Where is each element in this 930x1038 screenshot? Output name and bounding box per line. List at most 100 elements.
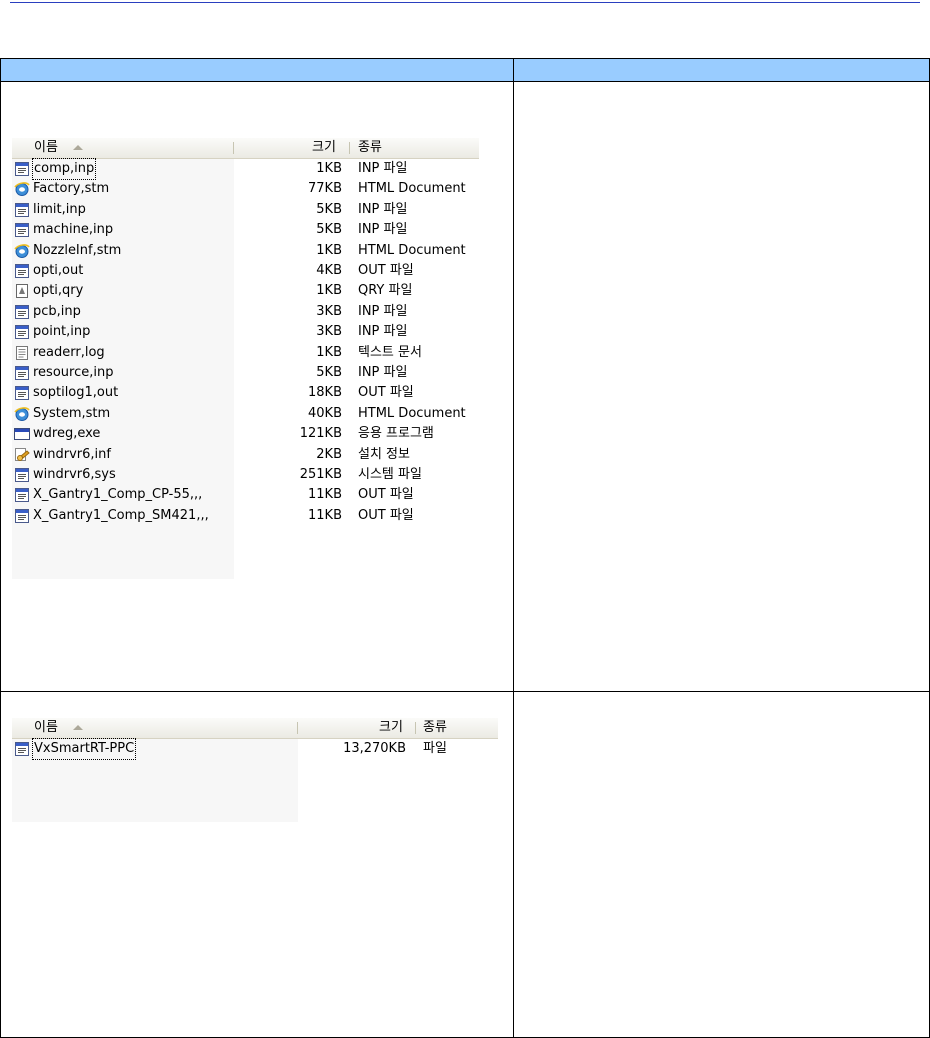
column-header-size[interactable]: 크기 <box>379 720 403 736</box>
file-type: QRY 파일 <box>358 283 413 299</box>
ie-document-icon <box>14 243 30 259</box>
file-type: INP 파일 <box>358 324 408 340</box>
header-cell-right <box>513 58 930 82</box>
table-row: 이름 크기 종류 VxSmartRT-PPC 13,270KB 파일 <box>0 691 930 1038</box>
file-row[interactable]: VxSmartRT-PPC 13,270KB 파일 <box>12 738 498 760</box>
column-header-type[interactable]: 종류 <box>423 720 447 736</box>
file-type: INP 파일 <box>358 303 408 319</box>
file-row[interactable]: comp,inp 1KB INP 파일 <box>12 158 479 180</box>
application-icon <box>14 426 30 442</box>
column-header-size[interactable]: 크기 <box>312 140 336 156</box>
file-size: 11KB <box>308 507 342 523</box>
file-name[interactable]: X_Gantry1_Comp_SM421,,, <box>33 506 209 526</box>
inp-file-icon <box>14 385 30 401</box>
file-name[interactable]: point,inp <box>33 322 90 342</box>
document-table: 이름 크기 종류 comp,inp 1KB INP 파일 Factory,stm 77K… <box>0 58 930 1038</box>
inp-file-icon <box>14 263 30 279</box>
file-type: 설치 정보 <box>358 446 410 462</box>
file-name[interactable]: limit,inp <box>33 200 86 220</box>
file-size: 77KB <box>308 181 342 197</box>
column-header-name[interactable]: 이름 <box>34 140 58 156</box>
file-name[interactable]: soptilog1,out <box>33 383 118 403</box>
file-name[interactable]: machine,inp <box>33 220 113 240</box>
file-size: 1KB <box>316 161 342 176</box>
cell-explorer-2: 이름 크기 종류 VxSmartRT-PPC 13,270KB 파일 <box>0 691 514 1038</box>
file-row[interactable]: point,inp 3KB INP 파일 <box>12 322 479 342</box>
file-row[interactable]: opti,qry 1KB QRY 파일 <box>12 281 479 301</box>
inp-file-icon <box>14 741 30 757</box>
file-row[interactable]: soptilog1,out 18KB OUT 파일 <box>12 383 479 403</box>
setup-info-icon <box>14 447 30 463</box>
file-name[interactable]: wdreg,exe <box>33 424 100 444</box>
table-header-row <box>0 58 930 82</box>
file-name[interactable]: comp,inp <box>31 158 97 180</box>
file-name[interactable]: readerr,log <box>33 343 105 363</box>
qry-file-icon <box>14 283 30 299</box>
top-rule <box>10 2 920 3</box>
file-name[interactable]: opti,out <box>33 261 83 281</box>
file-row[interactable]: NozzleInf,stm 1KB HTML Document <box>12 241 479 261</box>
file-size: 1KB <box>316 242 342 258</box>
cell-right-empty-1 <box>513 81 930 692</box>
file-row[interactable]: limit,inp 5KB INP 파일 <box>12 200 479 220</box>
file-name[interactable]: Factory,stm <box>33 179 109 199</box>
inp-file-icon <box>14 161 30 177</box>
file-name[interactable]: VxSmartRT-PPC <box>31 738 137 760</box>
file-type: OUT 파일 <box>358 487 414 503</box>
file-list-view[interactable]: 이름 크기 종류 VxSmartRT-PPC 13,270KB 파일 <box>12 718 498 822</box>
table-row: 이름 크기 종류 comp,inp 1KB INP 파일 Factory,stm 77K… <box>0 81 930 692</box>
file-row[interactable]: X_Gantry1_Comp_SM421,,, 11KB OUT 파일 <box>12 506 479 526</box>
file-row[interactable]: machine,inp 5KB INP 파일 <box>12 220 479 240</box>
column-divider[interactable] <box>349 142 350 154</box>
file-type: 시스템 파일 <box>358 467 422 482</box>
cell-explorer-1: 이름 크기 종류 comp,inp 1KB INP 파일 Factory,stm 77K… <box>0 81 514 692</box>
file-row[interactable]: windrvr6,inf 2KB 설치 정보 <box>12 445 479 465</box>
text-document-icon <box>14 345 30 361</box>
header-cell-left <box>0 58 514 82</box>
file-size: 13,270KB <box>343 741 406 756</box>
inp-file-icon <box>14 324 30 340</box>
column-divider[interactable] <box>297 722 298 734</box>
file-type: INP 파일 <box>358 161 408 176</box>
file-type: HTML Document <box>358 181 466 197</box>
file-name[interactable]: NozzleInf,stm <box>33 241 121 261</box>
column-divider[interactable] <box>233 142 234 154</box>
file-row[interactable]: readerr,log 1KB 텍스트 문서 <box>12 343 479 363</box>
file-row[interactable]: System,stm 40KB HTML Document <box>12 404 479 424</box>
column-header-type[interactable]: 종류 <box>358 140 382 156</box>
column-divider[interactable] <box>415 722 416 734</box>
inp-file-icon <box>14 222 30 238</box>
sort-ascending-icon <box>73 725 83 730</box>
file-type: 텍스트 문서 <box>358 344 422 360</box>
file-size: 4KB <box>316 263 342 278</box>
file-row[interactable]: Factory,stm 77KB HTML Document <box>12 179 479 199</box>
file-name[interactable]: windrvr6,inf <box>33 445 111 465</box>
file-name[interactable]: opti,qry <box>33 281 83 301</box>
file-type: OUT 파일 <box>358 385 414 401</box>
file-name[interactable]: pcb,inp <box>33 302 81 322</box>
column-header-name[interactable]: 이름 <box>34 720 58 736</box>
file-type: INP 파일 <box>358 222 408 238</box>
file-type: 파일 <box>423 741 447 756</box>
file-list-view[interactable]: 이름 크기 종류 comp,inp 1KB INP 파일 Factory,stm 77K… <box>12 138 479 579</box>
file-name[interactable]: System,stm <box>33 404 110 424</box>
file-size: 40KB <box>308 405 342 421</box>
file-row[interactable]: opti,out 4KB OUT 파일 <box>12 261 479 281</box>
file-row[interactable]: wdreg,exe 121KB 응용 프로그램 <box>12 424 479 444</box>
file-size: 5KB <box>316 201 342 217</box>
inp-file-icon <box>14 365 30 381</box>
ie-document-icon <box>14 181 30 197</box>
file-name[interactable]: X_Gantry1_Comp_CP-55,,, <box>33 485 202 505</box>
file-size: 1KB <box>316 283 342 299</box>
file-type: INP 파일 <box>358 365 408 380</box>
file-row[interactable]: windrvr6,sys 251KB 시스템 파일 <box>12 465 479 485</box>
file-size: 3KB <box>316 324 342 340</box>
file-name[interactable]: windrvr6,sys <box>33 465 116 485</box>
file-name[interactable]: resource,inp <box>33 363 113 383</box>
inp-file-icon <box>14 202 30 218</box>
inp-file-icon <box>14 467 30 483</box>
file-row[interactable]: X_Gantry1_Comp_CP-55,,, 11KB OUT 파일 <box>12 485 479 505</box>
file-row[interactable]: resource,inp 5KB INP 파일 <box>12 363 479 383</box>
file-size: 18KB <box>308 385 342 401</box>
file-row[interactable]: pcb,inp 3KB INP 파일 <box>12 302 479 322</box>
